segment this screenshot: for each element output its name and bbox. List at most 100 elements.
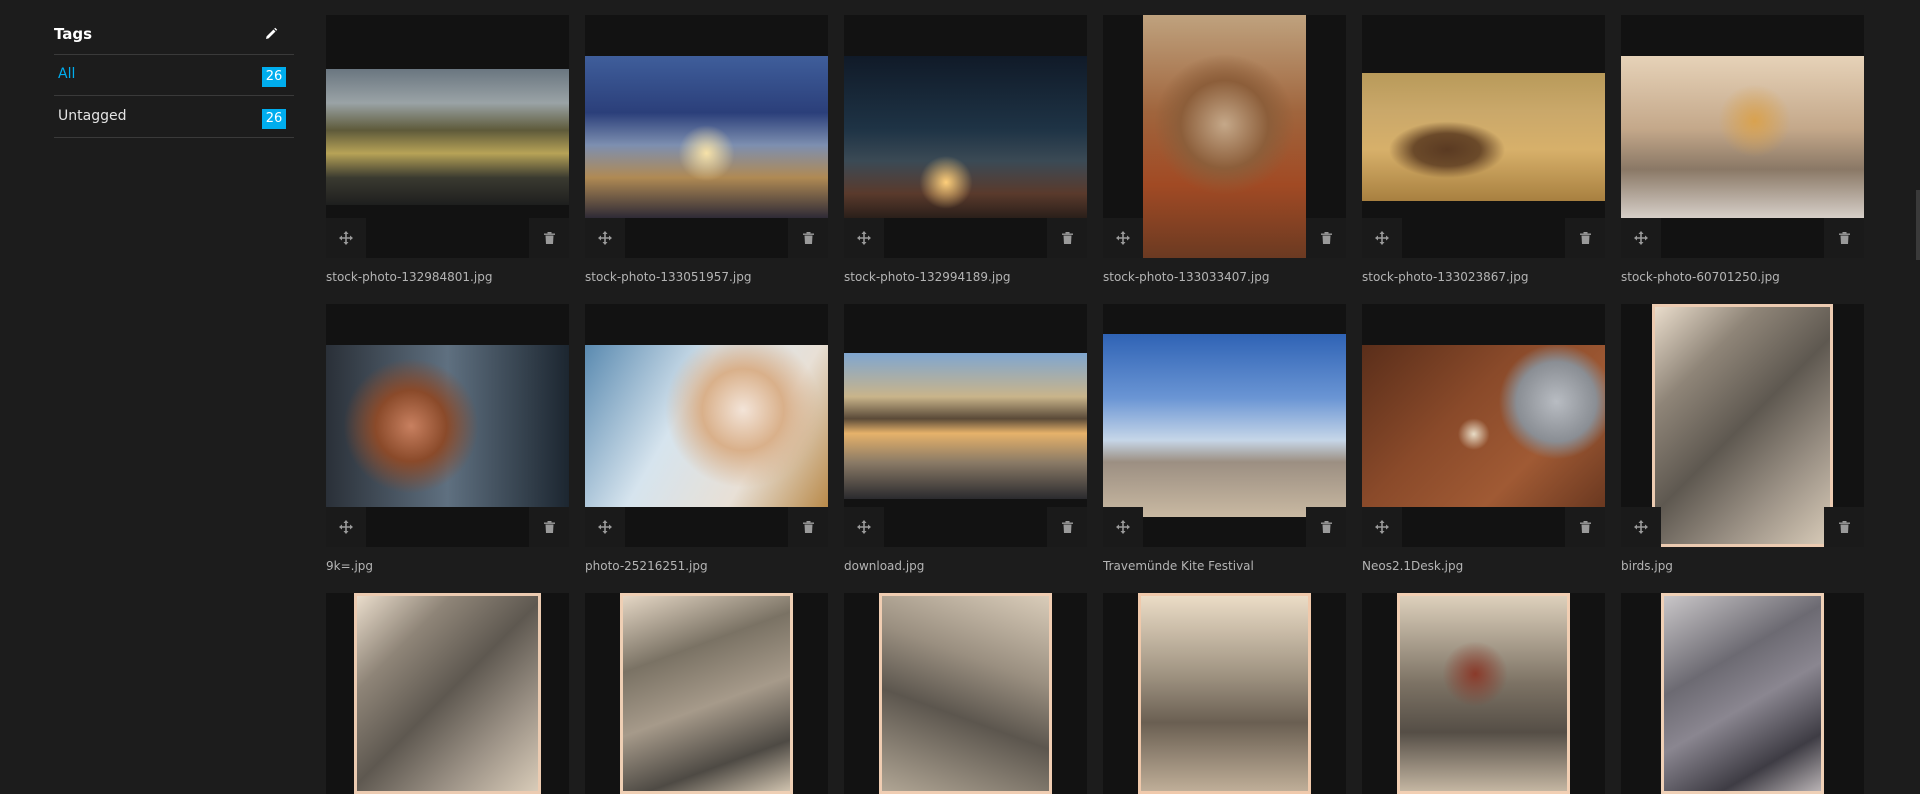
asset-thumbnail[interactable] xyxy=(844,15,1087,258)
tag-item-untagged[interactable]: Untagged 26 xyxy=(54,97,294,138)
move-asset-button[interactable] xyxy=(1103,218,1143,258)
tags-header: Tags xyxy=(54,20,294,55)
asset-image-waterfall xyxy=(326,69,569,205)
trash-icon xyxy=(1320,521,1332,533)
move-icon xyxy=(598,231,612,245)
move-asset-button[interactable] xyxy=(326,507,366,547)
delete-asset-button[interactable] xyxy=(788,218,828,258)
asset-thumbnail[interactable] xyxy=(1621,15,1864,258)
asset-image-child-bicycle xyxy=(1621,56,1864,218)
delete-asset-button[interactable] xyxy=(788,507,828,547)
asset-tile: Neos2.1Desk.jpg xyxy=(1362,304,1605,573)
trash-icon xyxy=(1320,232,1332,244)
asset-tile xyxy=(1103,593,1346,794)
asset-filename: stock-photo-132994189.jpg xyxy=(844,270,1011,284)
asset-filename: Travemünde Kite Festival xyxy=(1103,559,1254,573)
move-icon xyxy=(857,520,871,534)
asset-image-etching-griffin xyxy=(1652,304,1833,547)
asset-image-etching xyxy=(879,593,1052,794)
edit-tags-button[interactable] xyxy=(262,25,280,43)
asset-filename: stock-photo-132984801.jpg xyxy=(326,270,493,284)
move-asset-button[interactable] xyxy=(1621,218,1661,258)
asset-thumbnail[interactable] xyxy=(1103,593,1346,794)
move-asset-button[interactable] xyxy=(1362,218,1402,258)
move-asset-button[interactable] xyxy=(326,218,366,258)
asset-grid: stock-photo-132984801.jpg stock-photo-13… xyxy=(326,15,1866,794)
tag-label: Untagged xyxy=(58,108,127,124)
tag-count-badge: 26 xyxy=(262,109,286,129)
asset-filename: download.jpg xyxy=(844,559,925,573)
asset-tile xyxy=(1621,593,1864,794)
asset-image-airplane xyxy=(585,56,828,218)
asset-image-kite-festival xyxy=(1103,334,1346,517)
move-asset-button[interactable] xyxy=(1103,507,1143,547)
asset-image-sadhu xyxy=(1143,15,1306,258)
asset-thumbnail[interactable] xyxy=(1621,593,1864,794)
asset-thumbnail[interactable] xyxy=(1103,15,1346,258)
asset-filename: stock-photo-133033407.jpg xyxy=(1103,270,1270,284)
trash-icon xyxy=(1061,521,1073,533)
move-asset-button[interactable] xyxy=(1362,507,1402,547)
asset-image-desk xyxy=(1362,345,1605,507)
trash-icon xyxy=(1838,521,1850,533)
tag-item-all[interactable]: All 26 xyxy=(54,55,294,96)
move-icon xyxy=(1375,231,1389,245)
scrollbar-thumb[interactable] xyxy=(1916,190,1920,260)
asset-tile: stock-photo-133023867.jpg xyxy=(1362,15,1605,284)
asset-thumbnail[interactable] xyxy=(1621,304,1864,547)
move-icon xyxy=(339,520,353,534)
asset-thumbnail[interactable] xyxy=(1103,304,1346,547)
asset-thumbnail[interactable] xyxy=(1362,304,1605,547)
asset-thumbnail[interactable] xyxy=(585,304,828,547)
delete-asset-button[interactable] xyxy=(1306,218,1346,258)
asset-filename: stock-photo-60701250.jpg xyxy=(1621,270,1780,284)
asset-thumbnail[interactable] xyxy=(585,593,828,794)
asset-thumbnail[interactable] xyxy=(844,304,1087,547)
asset-thumbnail[interactable] xyxy=(326,593,569,794)
delete-asset-button[interactable] xyxy=(1824,507,1864,547)
asset-tile: stock-photo-133033407.jpg xyxy=(1103,15,1346,284)
move-asset-button[interactable] xyxy=(585,218,625,258)
delete-asset-button[interactable] xyxy=(1565,507,1605,547)
tags-sidebar: Tags All 26 Untagged 26 xyxy=(0,0,305,794)
pencil-icon xyxy=(266,27,278,39)
delete-asset-button[interactable] xyxy=(1047,507,1087,547)
asset-thumbnail[interactable] xyxy=(844,593,1087,794)
move-asset-button[interactable] xyxy=(844,218,884,258)
delete-asset-button[interactable] xyxy=(1824,218,1864,258)
asset-thumbnail[interactable] xyxy=(1362,593,1605,794)
asset-thumbnail[interactable] xyxy=(585,15,828,258)
move-icon xyxy=(1116,231,1130,245)
asset-tile xyxy=(1362,593,1605,794)
asset-thumbnail[interactable] xyxy=(326,15,569,258)
move-icon xyxy=(598,520,612,534)
asset-thumbnail[interactable] xyxy=(326,304,569,547)
asset-image-etching xyxy=(620,593,793,794)
asset-tile xyxy=(585,593,828,794)
trash-icon xyxy=(1579,521,1591,533)
asset-tile: stock-photo-133051957.jpg xyxy=(585,15,828,284)
delete-asset-button[interactable] xyxy=(1306,507,1346,547)
trash-icon xyxy=(543,521,555,533)
asset-tile xyxy=(326,593,569,794)
move-asset-button[interactable] xyxy=(1621,507,1661,547)
asset-tile: stock-photo-132994189.jpg xyxy=(844,15,1087,284)
asset-image-night-beach xyxy=(844,56,1087,218)
trash-icon xyxy=(802,232,814,244)
move-asset-button[interactable] xyxy=(585,507,625,547)
trash-icon xyxy=(543,232,555,244)
scrollbar-track xyxy=(1916,0,1920,794)
trash-icon xyxy=(802,521,814,533)
delete-asset-button[interactable] xyxy=(529,507,569,547)
move-icon xyxy=(857,231,871,245)
delete-asset-button[interactable] xyxy=(1047,218,1087,258)
asset-thumbnail[interactable] xyxy=(1362,15,1605,258)
asset-tile: birds.jpg xyxy=(1621,304,1864,573)
move-asset-button[interactable] xyxy=(844,507,884,547)
asset-image-lake xyxy=(844,353,1087,499)
move-icon xyxy=(1634,231,1648,245)
delete-asset-button[interactable] xyxy=(1565,218,1605,258)
asset-filename: 9k=.jpg xyxy=(326,559,374,573)
asset-image-etching xyxy=(1397,593,1570,794)
delete-asset-button[interactable] xyxy=(529,218,569,258)
